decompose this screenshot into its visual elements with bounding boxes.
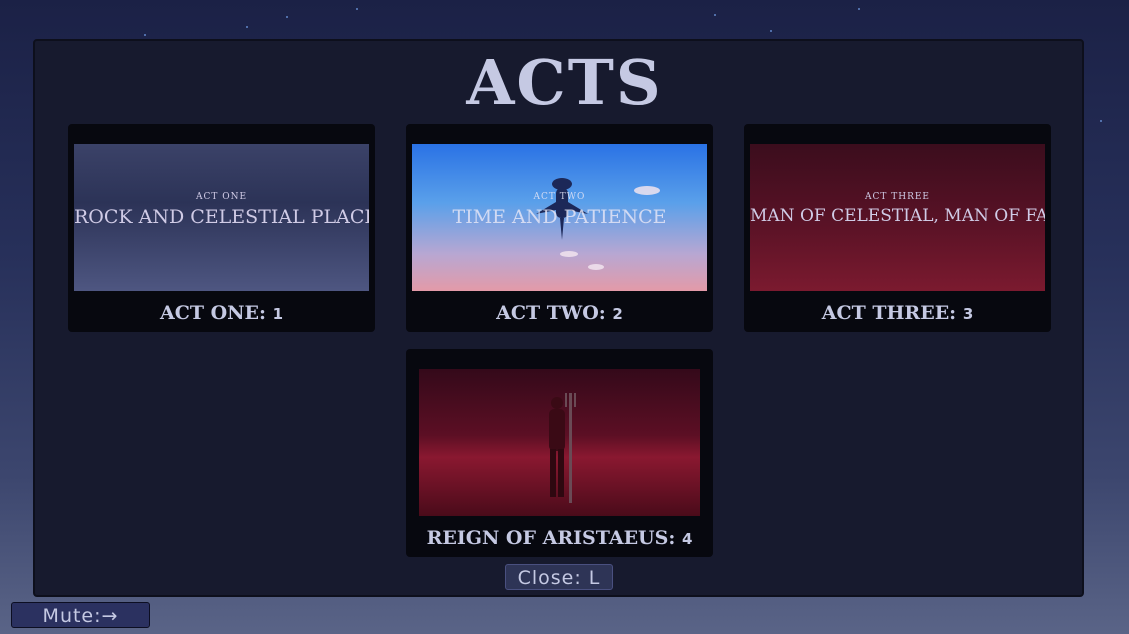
act-card-4[interactable]: REIGN OF ARISTAEUS: 4 (406, 349, 713, 557)
act-card-label: ACT TWO: 2 (406, 302, 713, 324)
cloud-shape (560, 251, 578, 257)
act-card-label: ACT ONE: 1 (68, 302, 375, 324)
thumbnail-act-label: ACT THREE (864, 192, 931, 202)
background-star (286, 16, 288, 18)
thumbnail-act-title: MAN OF CELESTIAL, MAN OF FAITH (750, 206, 1045, 226)
mute-button[interactable]: Mute:→ (11, 602, 150, 628)
act-card-label: REIGN OF ARISTAEUS: 4 (406, 527, 713, 549)
trident-figure-icon (549, 393, 576, 503)
act-card-1[interactable]: ACT ONE ROCK AND CELESTIAL PLACE ACT ONE… (68, 124, 375, 332)
thumbnail-act-label: ACT TWO (533, 192, 586, 202)
act-three-thumbnail: ACT THREE MAN OF CELESTIAL, MAN OF FAITH (750, 144, 1045, 291)
act-card-number: 2 (612, 305, 623, 323)
thumbnail-act-title: TIME AND PATIENCE (452, 206, 667, 228)
background-star (356, 8, 358, 10)
close-button[interactable]: Close: L (505, 564, 613, 590)
background-star (714, 14, 716, 16)
act-card-name: ACT THREE: (821, 302, 957, 324)
act-card-label: ACT THREE: 3 (744, 302, 1051, 324)
act-card-name: REIGN OF ARISTAEUS: (426, 527, 676, 549)
act-card-3[interactable]: ACT THREE MAN OF CELESTIAL, MAN OF FAITH… (744, 124, 1051, 332)
acts-title: ACTS (466, 46, 663, 119)
act-card-number: 1 (272, 305, 284, 323)
act-card-2[interactable]: ACT TWO TIME AND PATIENCE ACT TWO: 2 (406, 124, 713, 332)
cloud-shape (588, 264, 604, 270)
background-star (858, 8, 860, 10)
reign-of-aristaeus-thumbnail (419, 369, 700, 516)
background-star (246, 26, 248, 28)
act-card-name: ACT ONE: (159, 302, 266, 324)
background-star (144, 34, 146, 36)
thumbnail-act-title: ROCK AND CELESTIAL PLACE (74, 206, 369, 228)
act-one-thumbnail: ACT ONE ROCK AND CELESTIAL PLACE (74, 144, 369, 291)
act-card-name: ACT TWO: (496, 302, 606, 324)
background-star (770, 30, 772, 32)
act-two-thumbnail: ACT TWO TIME AND PATIENCE (412, 144, 707, 291)
background-star (1100, 120, 1102, 122)
act-card-number: 4 (681, 530, 693, 548)
thumbnail-act-label: ACT ONE (195, 192, 248, 202)
act-card-number: 3 (962, 305, 974, 323)
